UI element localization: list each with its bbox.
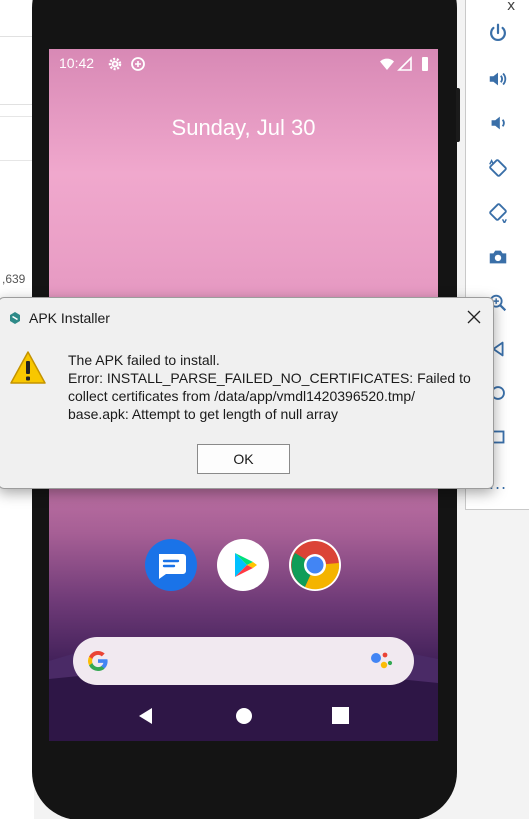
play-store-app-icon[interactable]	[217, 539, 269, 591]
dialog-message: The APK failed to install. Error: INSTAL…	[68, 351, 471, 423]
google-logo-icon	[88, 650, 108, 671]
wifi-icon	[380, 58, 394, 70]
dialog-title: APK Installer	[29, 310, 110, 326]
message-line: The APK failed to install.	[68, 352, 220, 368]
apk-installer-app-icon	[10, 312, 20, 324]
divider	[0, 104, 34, 105]
google-search-bar[interactable]	[73, 637, 414, 685]
message-line: base.apk: Attempt to get length of null …	[68, 406, 339, 422]
rotate-right-icon[interactable]	[485, 199, 511, 225]
ok-button[interactable]: OK	[197, 444, 290, 474]
status-bar: 10:42	[49, 49, 438, 79]
camera-icon[interactable]	[485, 244, 511, 270]
background-panel	[0, 520, 34, 819]
volume-up-icon[interactable]	[485, 66, 511, 92]
nav-overview-icon[interactable]	[332, 707, 349, 724]
toolbar-close-button[interactable]: x	[507, 0, 515, 14]
google-assistant-icon[interactable]	[369, 649, 395, 673]
nav-back-icon[interactable]	[137, 707, 155, 725]
lockscreen-date: Sunday, Jul 30	[171, 115, 316, 140]
volume-down-icon[interactable]	[485, 110, 511, 136]
message-line: Error: INSTALL_PARSE_FAILED_NO_CERTIFICA…	[68, 370, 471, 386]
nav-home-icon[interactable]	[235, 707, 253, 725]
settings-gear-icon	[108, 57, 122, 71]
data-saver-icon	[131, 57, 145, 71]
background-number: ,639	[2, 272, 26, 286]
warning-icon	[10, 351, 46, 384]
battery-icon	[422, 57, 428, 71]
rotate-left-icon[interactable]	[485, 155, 511, 181]
chrome-app-icon[interactable]	[289, 539, 341, 591]
status-time: 10:42	[59, 55, 95, 71]
power-icon[interactable]	[485, 20, 511, 46]
close-icon	[467, 310, 481, 324]
messages-app-icon[interactable]	[145, 539, 197, 591]
divider	[0, 36, 34, 37]
cellular-signal-icon	[397, 56, 412, 71]
divider	[0, 160, 34, 161]
phone-side-button	[456, 88, 460, 142]
divider	[0, 116, 34, 117]
apk-installer-dialog: APK Installer The APK failed to install.…	[0, 297, 494, 489]
message-line: collect certificates from /data/app/vmdl…	[68, 388, 416, 404]
dialog-close-button[interactable]	[461, 304, 487, 330]
